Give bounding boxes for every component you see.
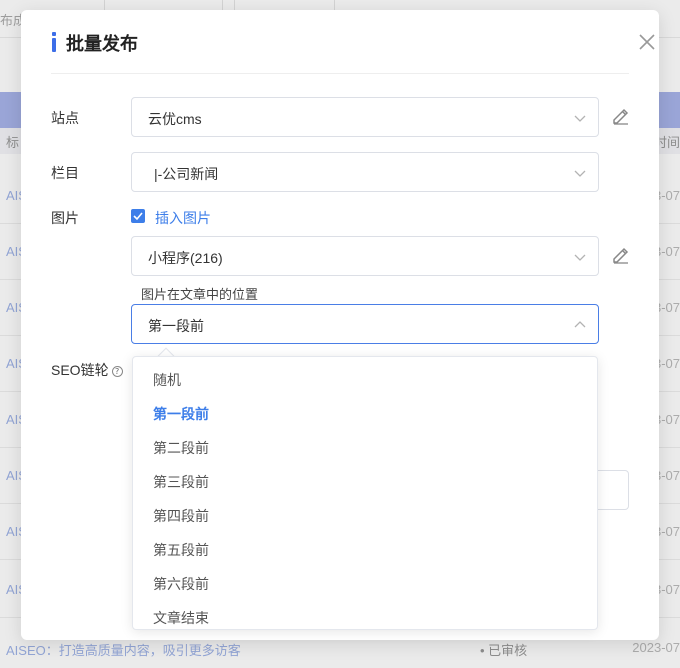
dropdown-option-second-paragraph[interactable]: 第二段前 xyxy=(133,431,597,465)
image-source-select[interactable]: 小程序(216) xyxy=(131,236,599,276)
help-icon[interactable]: ? xyxy=(111,366,123,377)
image-position-value: 第一段前 xyxy=(148,318,204,334)
dialog-header: 批量发布 xyxy=(51,10,655,74)
chevron-down-icon xyxy=(574,115,586,122)
edit-icon[interactable] xyxy=(611,106,631,126)
image-source-value: 小程序(216) xyxy=(148,250,223,266)
dropdown-option-first-paragraph[interactable]: 第一段前 xyxy=(133,397,597,431)
dropdown-option-fourth-paragraph[interactable]: 第四段前 xyxy=(133,499,597,533)
site-label: 站点 xyxy=(51,110,79,126)
column-select[interactable]: |-公司新闻 xyxy=(131,152,599,192)
chevron-down-icon xyxy=(574,170,586,177)
chevron-up-icon xyxy=(574,321,586,328)
dialog-title: 批量发布 xyxy=(66,34,138,54)
position-dropdown-menu: 随机 第一段前 第二段前 第三段前 第四段前 第五段前 第六段前 文章结束 xyxy=(132,356,598,630)
seo-label-text: SEO链轮 xyxy=(51,362,109,378)
column-label: 栏目 xyxy=(51,165,79,181)
site-select-value: 云优cms xyxy=(148,111,202,127)
column-select-value: |-公司新闻 xyxy=(154,166,219,182)
insert-image-label[interactable]: 插入图片 xyxy=(155,208,211,228)
image-position-label: 图片在文章中的位置 xyxy=(141,287,259,302)
dropdown-option-fifth-paragraph[interactable]: 第五段前 xyxy=(133,533,597,567)
image-label: 图片 xyxy=(51,210,79,226)
image-position-select[interactable]: 第一段前 xyxy=(131,304,599,344)
dropdown-option-article-end[interactable]: 文章结束 xyxy=(133,601,597,629)
dropdown-option-random[interactable]: 随机 xyxy=(133,363,597,397)
close-icon[interactable] xyxy=(637,32,657,52)
chevron-down-icon xyxy=(574,254,586,261)
edit-icon[interactable] xyxy=(611,245,631,265)
site-select[interactable]: 云优cms xyxy=(131,97,599,137)
dropdown-option-sixth-paragraph[interactable]: 第六段前 xyxy=(133,567,597,601)
dropdown-option-third-paragraph[interactable]: 第三段前 xyxy=(133,465,597,499)
seo-label: SEO链轮? xyxy=(51,360,123,380)
info-icon xyxy=(51,32,57,52)
insert-image-checkbox[interactable] xyxy=(131,209,145,223)
